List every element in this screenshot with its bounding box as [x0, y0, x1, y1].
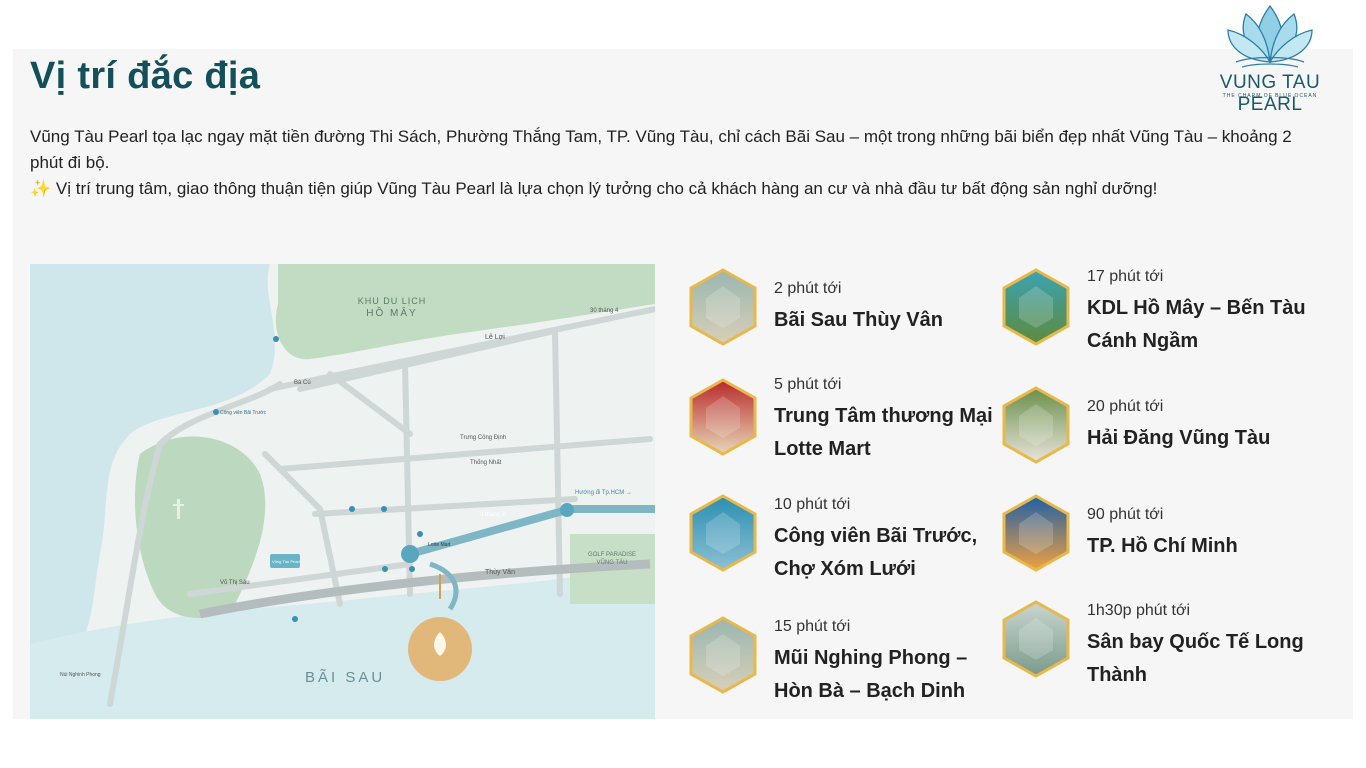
map-label-resort-line1: KHU DU LỊCH [358, 296, 427, 306]
beach-photo-icon [689, 268, 757, 346]
poi-name: Bãi Sau Thùy Vân [774, 309, 943, 331]
airport-photo-icon [1002, 600, 1070, 678]
poi-travel-time: 17 phút tới [1087, 268, 1164, 285]
mall-photo-icon [689, 378, 757, 456]
poi-travel-time: 5 phút tới [774, 376, 842, 393]
poi-name: Trung Tâm thương Mại Lotte Mart [774, 405, 993, 460]
cape-photo-icon [689, 616, 757, 694]
sparkles-icon: ✨ [30, 179, 52, 198]
intro-paragraph-2: ✨ Vị trí trung tâm, giao thông thuận tiệ… [30, 176, 1320, 202]
poi-name: Công viên Bãi Trước, Chợ Xóm Lưới [774, 525, 978, 580]
map-label-cape: Núi Nghinh Phong [60, 672, 101, 678]
map-label-road8: Bà Cú [294, 380, 311, 386]
map-graphic: KHU DU LỊCH HỒ MÂY BÃI SAU Lê Lợi Thùy V… [30, 264, 655, 719]
map-label-beach: BÃI SAU [305, 669, 385, 686]
poi-travel-time: 20 phút tới [1087, 398, 1164, 415]
poi-travel-time: 15 phút tới [774, 618, 851, 635]
brand-logo[interactable]: VUNG TAU PEARL THE CHARM OF BLUE OCEAN [1186, 0, 1354, 115]
page-title: Vị trí đắc địa [30, 55, 261, 97]
city-photo-icon [1002, 494, 1070, 572]
map-label-lotte: Lotte Mart [428, 542, 451, 548]
poi-name: KDL Hồ Mây – Bến Tàu Cánh Ngầm [1087, 297, 1306, 352]
poi-travel-time: 1h30p phút tới [1087, 602, 1191, 619]
map-label-road6: 30 tháng 4 [590, 308, 619, 314]
map-label-road2: Thùy Vân [485, 569, 515, 576]
lotus-icon [1227, 4, 1313, 68]
map-label-project: Vũng Tàu Pearl [272, 559, 300, 564]
map-label-road7: 3 tháng 2 [480, 512, 506, 518]
park-photo-icon [689, 494, 757, 572]
map-label-golf: GOLF PARADISE [588, 552, 636, 558]
map-label-park: Công viên Bãi Trước [220, 410, 267, 416]
map-label-hcm: Hướng đi Tp.HCM → [575, 490, 632, 496]
resort-photo-icon [1002, 268, 1070, 346]
lighthouse-photo-icon [1002, 386, 1070, 464]
intro-text: Vũng Tàu Pearl tọa lạc ngay mặt tiền đườ… [30, 124, 1320, 202]
map-label-golf-2: VŨNG TÀU [597, 559, 628, 566]
location-map[interactable]: KHU DU LỊCH HỒ MÂY BÃI SAU Lê Lợi Thùy V… [30, 264, 655, 719]
poi-travel-time: 90 phút tới [1087, 506, 1164, 523]
poi-travel-time: 10 phút tới [774, 496, 851, 513]
poi-name: Hải Đăng Vũng Tàu [1087, 427, 1271, 449]
map-label-road4: Thống Nhất [470, 460, 502, 466]
poi-name: Mũi Nghing Phong – Hòn Bà – Bạch Dinh [774, 647, 968, 702]
brand-tagline: THE CHARM OF BLUE OCEAN [1222, 93, 1318, 99]
map-label-resort-line2: HỒ MÂY [366, 306, 417, 319]
map-label-road10: Võ Thị Sáu [220, 580, 250, 586]
map-label-road1: Lê Lợi [485, 334, 505, 341]
poi-name: Sân bay Quốc Tế Long Thành [1087, 631, 1304, 686]
intro-paragraph-2-text: Vị trí trung tâm, giao thông thuận tiện … [51, 179, 1158, 198]
map-label-road3: Trưng Công Định [460, 435, 506, 441]
poi-name: TP. Hồ Chí Minh [1087, 535, 1238, 557]
poi-travel-time: 2 phút tới [774, 280, 842, 297]
intro-paragraph-1: Vũng Tàu Pearl tọa lạc ngay mặt tiền đườ… [30, 127, 1292, 172]
